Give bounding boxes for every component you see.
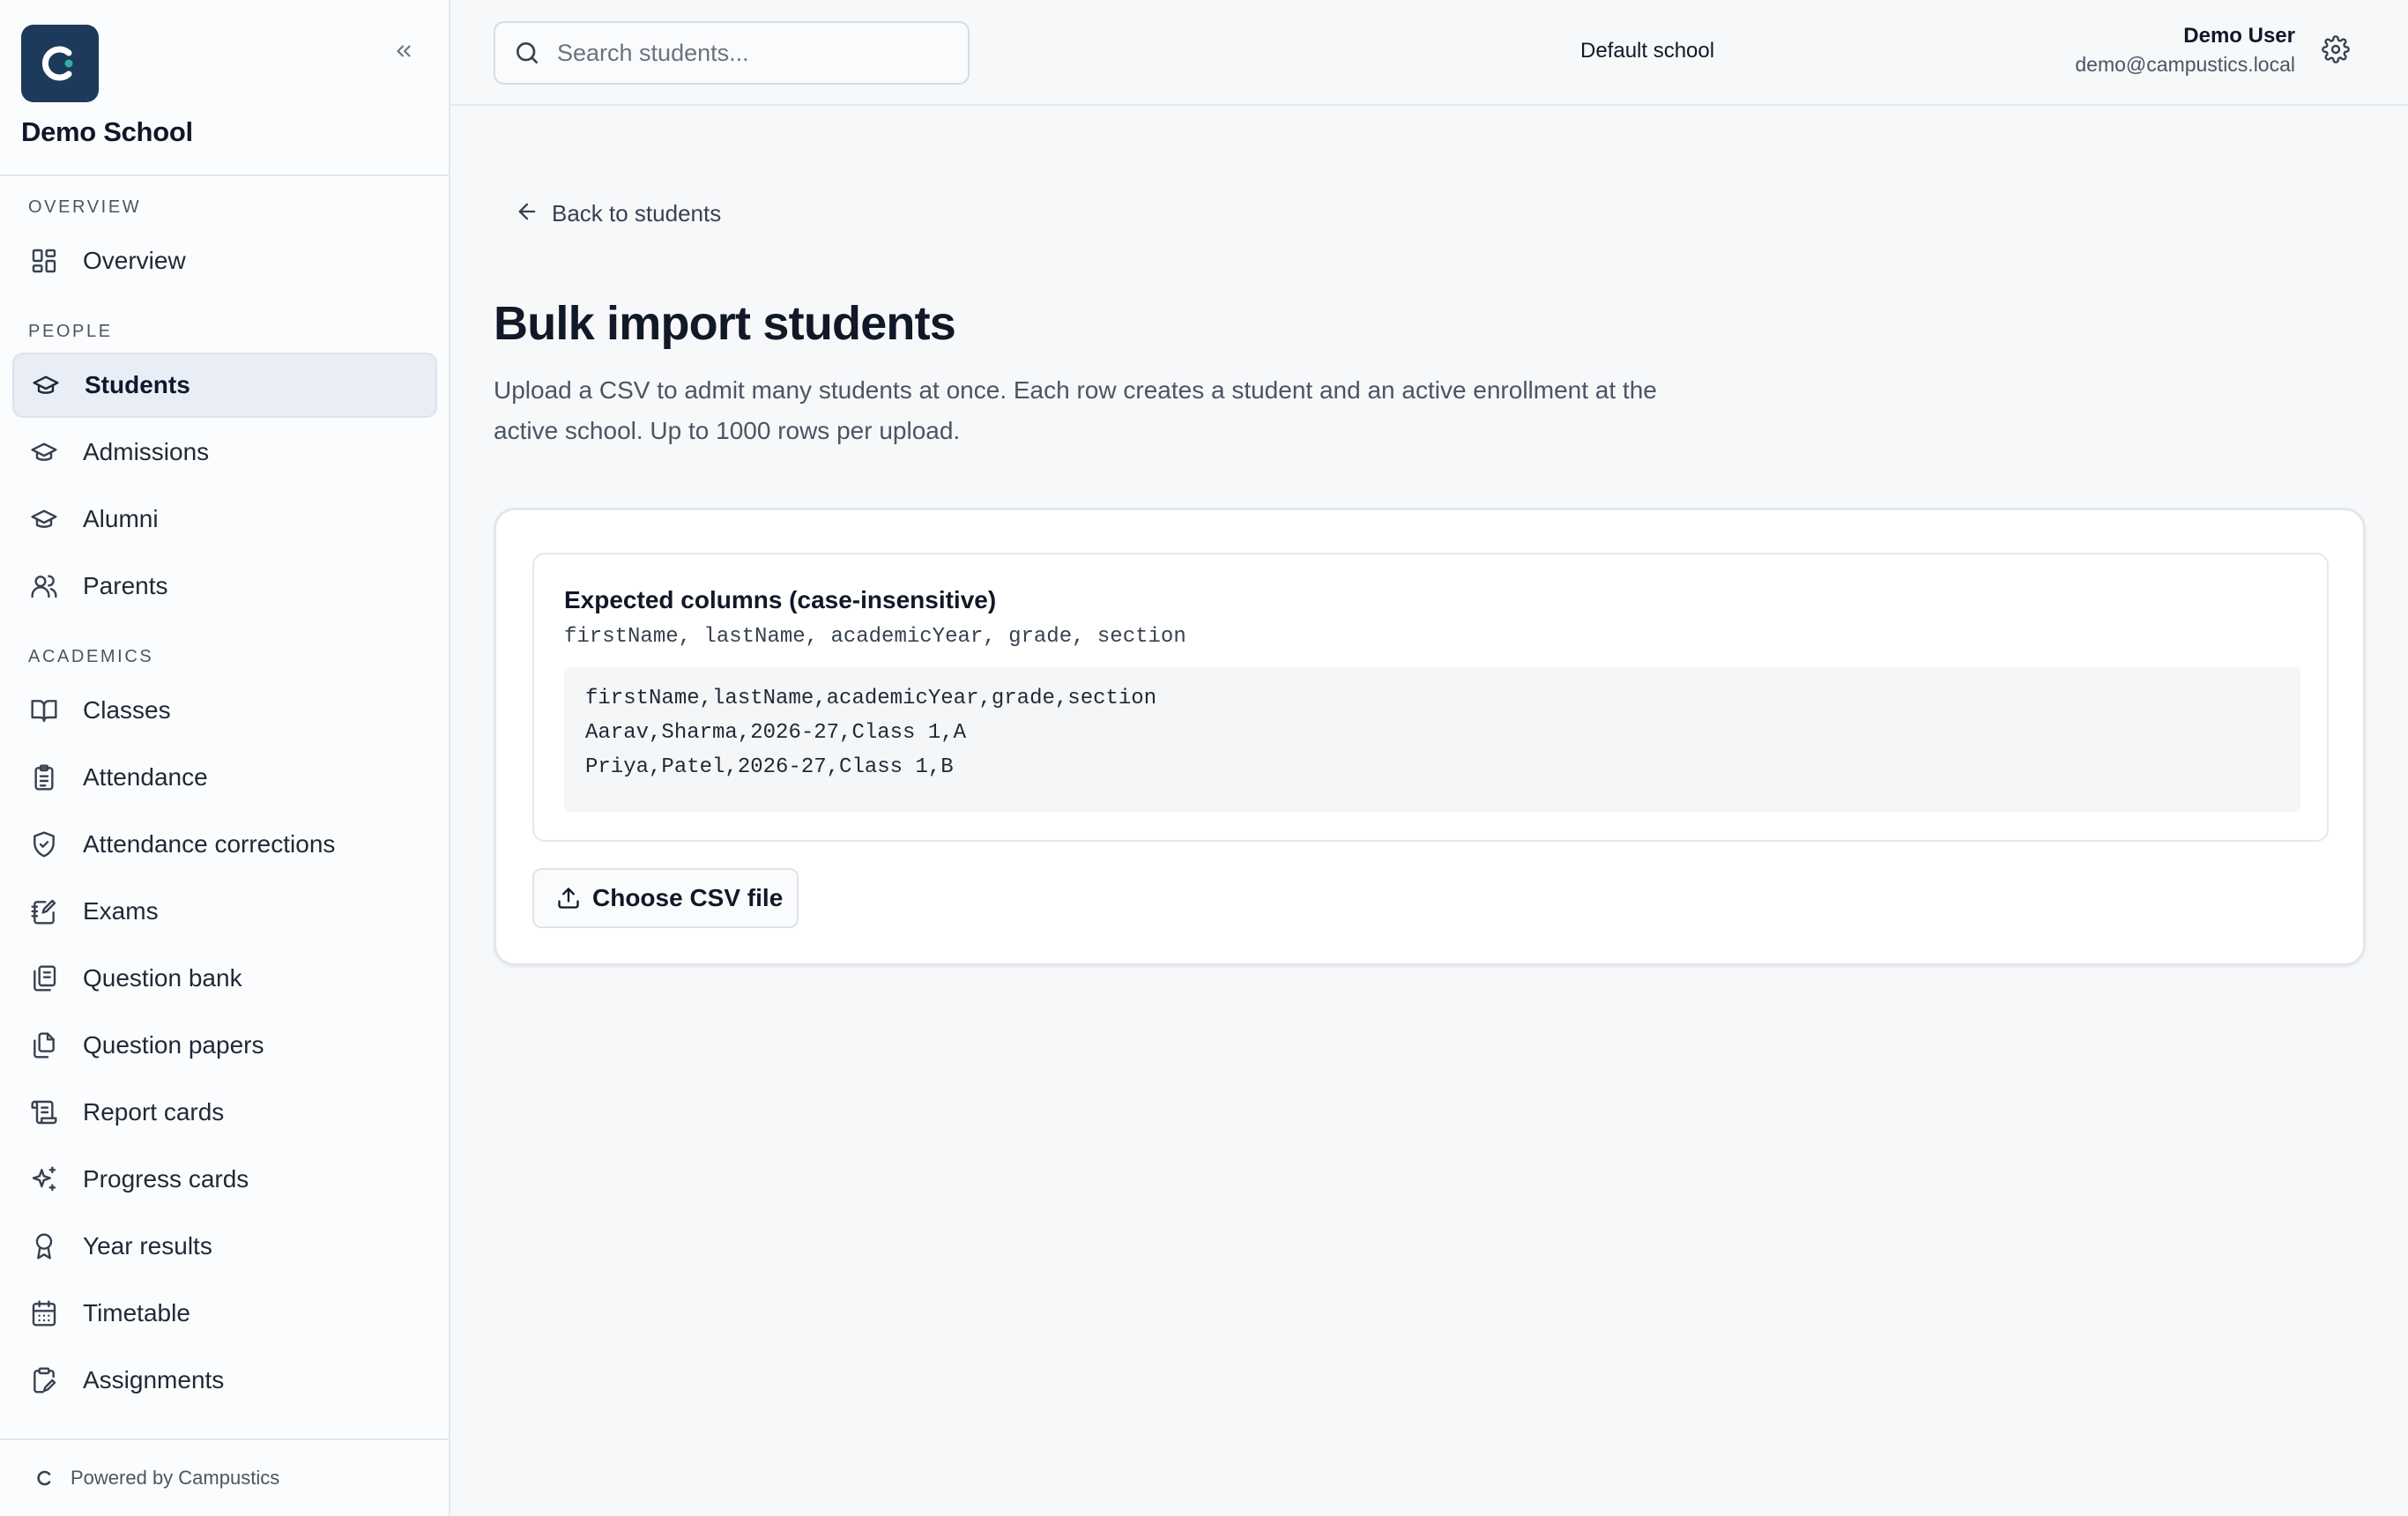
sidebar: Demo School OVERVIEW Overview PEOPLE Stu… bbox=[0, 0, 450, 1516]
sidebar-item-label: Admissions bbox=[83, 438, 210, 465]
settings-button[interactable] bbox=[2318, 33, 2353, 69]
sidebar-item-assignments[interactable]: Assignments bbox=[12, 1348, 437, 1413]
sidebar-item-parents[interactable]: Parents bbox=[12, 554, 437, 619]
files-icon bbox=[28, 1029, 60, 1061]
sidebar-item-attendance-corrections[interactable]: Attendance corrections bbox=[12, 812, 437, 877]
notebook-pen-icon bbox=[28, 895, 60, 927]
collapse-sidebar-icon[interactable] bbox=[388, 35, 420, 67]
sidebar-item-label: Parents bbox=[83, 572, 168, 599]
graduation-cap-icon bbox=[28, 503, 60, 535]
sidebar-item-label: Attendance bbox=[83, 763, 208, 791]
user-name: Demo User bbox=[2183, 24, 2295, 48]
section-label-people: PEOPLE bbox=[28, 322, 113, 341]
clipboard-list-icon bbox=[28, 762, 60, 793]
sample-csv-block: firstName,lastName,academicYear,grade,se… bbox=[564, 667, 2300, 812]
page-description: Upload a CSV to admit many students at o… bbox=[494, 376, 1657, 444]
shield-check-icon bbox=[28, 829, 60, 860]
sample-csv-line: Priya,Patel,2026-27,Class 1,B bbox=[585, 755, 954, 779]
gear-icon bbox=[2322, 34, 2350, 68]
section-label-overview: OVERVIEW bbox=[28, 197, 142, 217]
sidebar-item-classes[interactable]: Classes bbox=[12, 678, 437, 743]
user-email: demo@campustics.local bbox=[2075, 53, 2295, 76]
sidebar-item-question-bank[interactable]: Question bank bbox=[12, 946, 437, 1011]
search-input[interactable] bbox=[557, 39, 945, 67]
choose-csv-button[interactable]: Choose CSV file bbox=[532, 868, 799, 928]
brand bbox=[21, 25, 99, 102]
search-box[interactable] bbox=[494, 21, 970, 85]
clipboard-pen-icon bbox=[28, 1364, 60, 1396]
sidebar-item-exams[interactable]: Exams bbox=[12, 879, 437, 944]
scroll-text-icon bbox=[28, 1096, 60, 1128]
back-to-students-link[interactable]: Back to students bbox=[515, 199, 721, 228]
graduation-cap-icon bbox=[30, 369, 62, 401]
sidebar-footer: Powered by Campustics bbox=[0, 1438, 449, 1516]
grid-icon bbox=[28, 245, 60, 277]
sidebar-item-label: Question bank bbox=[83, 964, 242, 992]
expected-columns-title: Expected columns (case-insensitive) bbox=[564, 586, 997, 613]
powered-by-text: Powered by Campustics bbox=[71, 1467, 280, 1489]
graduation-cap-icon bbox=[28, 436, 60, 468]
sidebar-item-label: Students bbox=[85, 371, 190, 398]
back-link-label: Back to students bbox=[552, 200, 722, 227]
page-title: Bulk import students bbox=[494, 297, 956, 350]
sidebar-item-label: Progress cards bbox=[83, 1165, 249, 1193]
sidebar-item-label: Timetable bbox=[83, 1299, 190, 1326]
school-switcher[interactable]: Default school bbox=[1580, 39, 1714, 63]
section-label-academics: ACADEMICS bbox=[28, 647, 154, 666]
sidebar-item-label: Attendance corrections bbox=[83, 830, 336, 858]
arrow-left-icon bbox=[515, 199, 539, 228]
sidebar-item-alumni[interactable]: Alumni bbox=[12, 487, 437, 552]
sidebar-item-attendance[interactable]: Attendance bbox=[12, 745, 437, 810]
sidebar-item-timetable[interactable]: Timetable bbox=[12, 1281, 437, 1346]
sidebar-item-label: Report cards bbox=[83, 1098, 225, 1126]
calendar-icon bbox=[28, 1297, 60, 1329]
sidebar-item-label: Overview bbox=[83, 247, 186, 274]
sidebar-item-label: Assignments bbox=[83, 1366, 225, 1393]
award-icon bbox=[28, 1230, 60, 1262]
sidebar-item-report-cards[interactable]: Report cards bbox=[12, 1080, 437, 1145]
sparkles-icon bbox=[28, 1163, 60, 1195]
school-logo[interactable] bbox=[21, 25, 99, 102]
upload-icon bbox=[555, 885, 582, 911]
expected-columns-panel: Expected columns (case-insensitive) firs… bbox=[532, 553, 2329, 842]
users-icon bbox=[28, 570, 60, 602]
school-name: Demo School bbox=[21, 116, 193, 147]
choose-csv-label: Choose CSV file bbox=[592, 884, 784, 911]
sidebar-item-label: Alumni bbox=[83, 505, 159, 532]
sidebar-item-label: Exams bbox=[83, 897, 159, 925]
topbar: Default school Demo User demo@campustics… bbox=[450, 0, 2408, 106]
campustics-logo-icon bbox=[33, 1467, 56, 1490]
sidebar-item-admissions[interactable]: Admissions bbox=[12, 420, 437, 485]
sidebar-item-label: Question papers bbox=[83, 1031, 264, 1059]
expected-columns-list: firstName, lastName, academicYear, grade… bbox=[564, 625, 1186, 649]
book-open-icon bbox=[28, 695, 60, 726]
import-card: Expected columns (case-insensitive) firs… bbox=[494, 508, 2366, 966]
sidebar-item-progress-cards[interactable]: Progress cards bbox=[12, 1147, 437, 1212]
sidebar-item-year-results[interactable]: Year results bbox=[12, 1214, 437, 1279]
sidebar-item-label: Classes bbox=[83, 696, 171, 724]
library-icon bbox=[28, 962, 60, 994]
sidebar-item-label: Year results bbox=[83, 1232, 212, 1260]
sidebar-item-question-papers[interactable]: Question papers bbox=[12, 1013, 437, 1078]
sidebar-nav: OVERVIEW Overview PEOPLE Students Admiss… bbox=[0, 176, 449, 1438]
search-icon bbox=[511, 37, 543, 69]
sidebar-item-overview[interactable]: Overview bbox=[12, 228, 437, 294]
sample-csv-line: Aarav,Sharma,2026-27,Class 1,A bbox=[585, 721, 967, 745]
sidebar-item-students[interactable]: Students bbox=[12, 353, 437, 418]
sample-csv-line: firstName,lastName,academicYear,grade,se… bbox=[585, 687, 1157, 710]
